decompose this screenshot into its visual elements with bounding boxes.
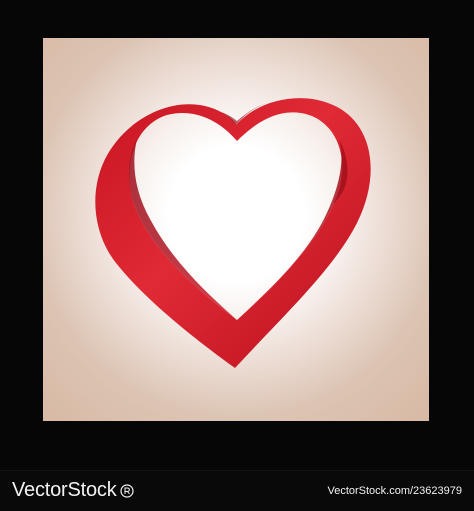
brand-logo: VectorStock (12, 480, 134, 500)
artwork-panel (43, 38, 429, 421)
heart-ribbon (95, 98, 371, 368)
image-credit: VectorStock.com/23623979 (327, 485, 462, 497)
brand-name: VectorStock (12, 479, 117, 501)
image-page: VectorStock VectorStock.com/23623979 (0, 0, 474, 511)
heart-icon (95, 98, 371, 368)
footer-bar: VectorStock VectorStock.com/23623979 (0, 470, 474, 511)
registered-mark-icon (119, 483, 134, 498)
